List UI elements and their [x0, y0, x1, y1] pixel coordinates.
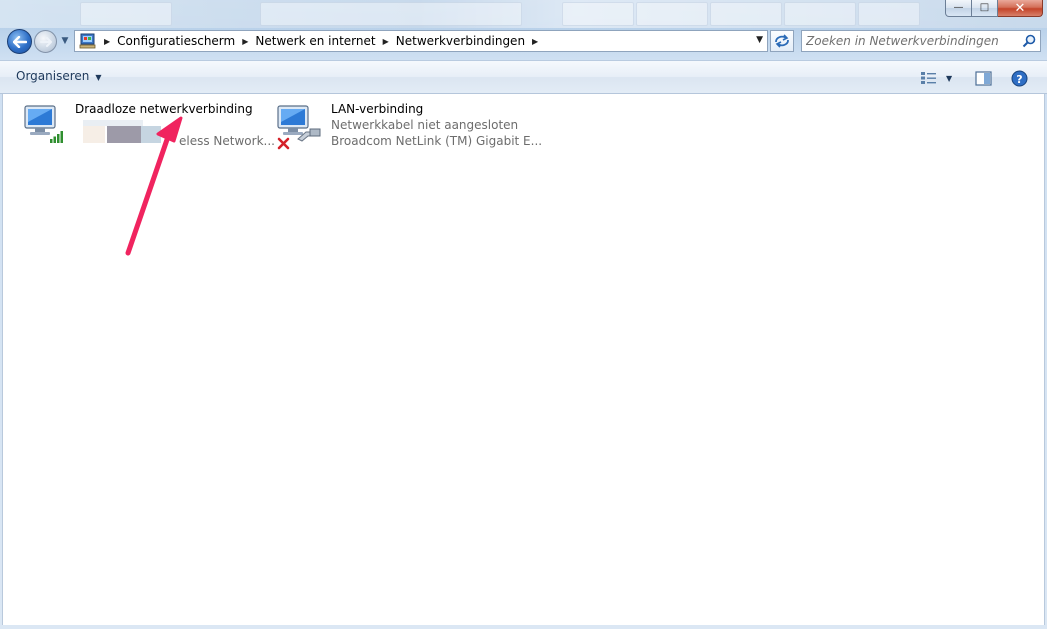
disconnected-x-icon — [277, 137, 290, 150]
connection-item-wireless[interactable]: Draadloze netwerkverbinding eless Networ… — [23, 100, 275, 150]
breadcrumb-control-panel[interactable]: Configuratiescherm — [117, 34, 235, 48]
help-button[interactable]: ? — [1011, 69, 1028, 87]
refresh-button[interactable] — [770, 30, 794, 52]
background-ghost — [858, 2, 920, 26]
title-bar — [0, 0, 1047, 28]
preview-pane-icon — [975, 70, 992, 86]
background-ghost — [784, 2, 856, 26]
breadcrumb-network-connections[interactable]: Netwerkverbindingen — [396, 34, 525, 48]
arrow-right-icon — [39, 36, 52, 47]
connection-title: LAN-verbinding — [331, 102, 424, 116]
breadcrumb-separator-icon[interactable]: ▶ — [242, 37, 248, 46]
chevron-down-icon: ▼ — [95, 73, 102, 82]
explorer-window: — □ ✕ ▼ ▶ Configuratiescherm ▶ Netwerk e… — [0, 0, 1047, 629]
preview-pane-button[interactable] — [975, 69, 992, 87]
address-bar[interactable]: ▶ Configuratiescherm ▶ Netwerk en intern… — [74, 30, 768, 52]
wireless-connection-icon-group — [23, 102, 67, 150]
connection-item-lan[interactable]: LAN-verbinding Netwerkkabel niet aangesl… — [276, 100, 542, 150]
connection-status: Netwerkkabel niet aangesloten — [331, 118, 519, 132]
connection-adapter: eless Network... — [179, 134, 275, 148]
redaction-block — [83, 120, 143, 126]
organize-menu-button[interactable]: Organiseren ▼ — [16, 69, 102, 83]
breadcrumb-separator-icon[interactable]: ▶ — [532, 37, 538, 46]
background-ghost — [80, 2, 172, 26]
background-ghost — [710, 2, 782, 26]
address-dropdown-icon[interactable]: ▼ — [756, 35, 763, 45]
command-bar: Organiseren ▼ ▼ ? — [0, 60, 1047, 94]
redaction-block — [141, 126, 161, 143]
signal-strength-icon — [50, 131, 63, 143]
network-cable-icon — [297, 128, 321, 142]
view-list-icon — [921, 72, 936, 84]
minimize-icon: — — [953, 2, 964, 13]
chevron-down-icon[interactable]: ▼ — [946, 74, 952, 83]
search-icon[interactable] — [1022, 34, 1036, 48]
background-ghost — [562, 2, 634, 26]
arrow-left-icon — [12, 35, 27, 48]
help-icon: ? — [1011, 70, 1028, 86]
connection-title: Draadloze netwerkverbinding — [75, 102, 253, 116]
search-input[interactable] — [806, 33, 1016, 49]
chevron-down-icon: ▼ — [61, 36, 69, 46]
control-panel-icon — [79, 33, 96, 49]
background-ghost — [636, 2, 708, 26]
maximize-button[interactable]: □ — [972, 0, 998, 17]
organize-label: Organiseren — [16, 69, 90, 83]
svg-text:?: ? — [1016, 72, 1022, 85]
refresh-icon — [775, 34, 789, 48]
forward-button[interactable] — [34, 30, 57, 53]
connection-adapter: Broadcom NetLink (TM) Gigabit E... — [331, 134, 543, 148]
change-view-button[interactable]: ▼ — [920, 69, 952, 87]
background-ghost — [260, 2, 522, 26]
close-button[interactable]: ✕ — [998, 0, 1043, 17]
lan-connection-icon-group — [276, 102, 321, 150]
recent-pages-dropdown[interactable]: ▼ — [59, 34, 71, 48]
redaction-block — [83, 126, 105, 143]
search-box[interactable] — [801, 30, 1041, 52]
redaction-block — [107, 126, 141, 143]
close-icon: ✕ — [1014, 0, 1026, 16]
minimize-button[interactable]: — — [945, 0, 972, 17]
window-controls: — □ ✕ — [945, 0, 1043, 18]
maximize-icon: □ — [979, 2, 990, 13]
breadcrumb-network-internet[interactable]: Netwerk en internet — [255, 34, 375, 48]
breadcrumb-separator-icon[interactable]: ▶ — [383, 37, 389, 46]
navigation-bar: ▼ ▶ Configuratiescherm ▶ Netwerk en inte… — [0, 28, 1047, 56]
file-list-view[interactable]: Draadloze netwerkverbinding eless Networ… — [2, 94, 1045, 625]
back-button[interactable] — [7, 29, 32, 54]
breadcrumb-separator-icon[interactable]: ▶ — [104, 37, 110, 46]
